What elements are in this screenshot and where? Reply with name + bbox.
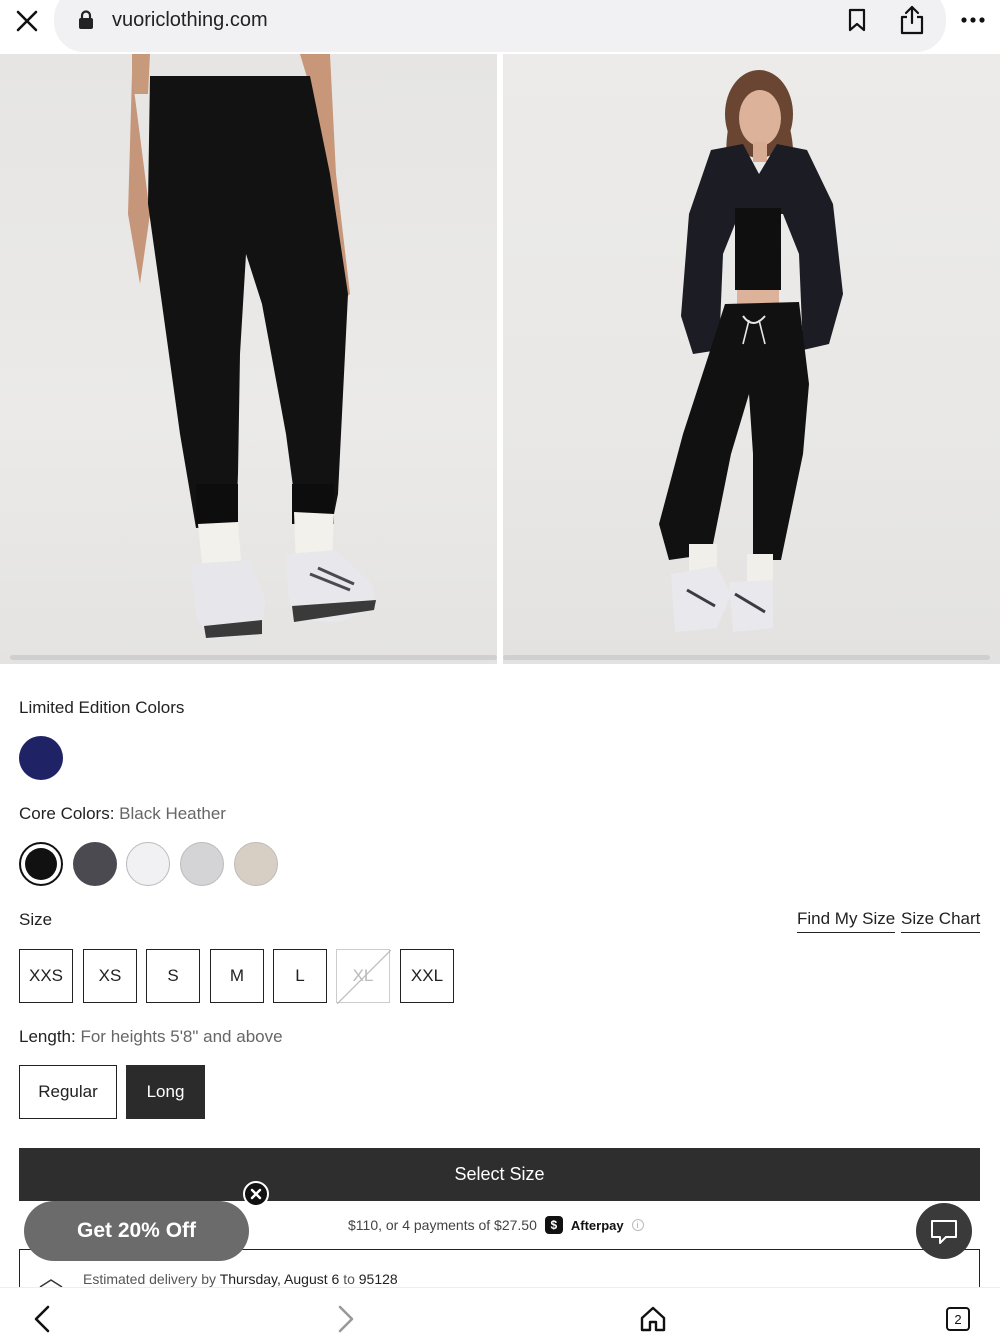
gallery-scrollbar[interactable] bbox=[10, 655, 497, 660]
share-icon[interactable] bbox=[898, 4, 926, 36]
select-size-button[interactable]: Select Size bbox=[19, 1148, 980, 1201]
chat-button[interactable] bbox=[916, 1203, 972, 1259]
length-heading: Length: For heights 5'8" and above bbox=[19, 1027, 283, 1047]
promo-button[interactable]: Get 20% Off bbox=[24, 1201, 249, 1261]
size-option-xl-unavailable[interactable]: XL bbox=[336, 949, 391, 1004]
tabs-count-button[interactable]: 2 bbox=[946, 1307, 970, 1331]
afterpay-text: $110, or 4 payments of $27.50 bbox=[348, 1217, 537, 1233]
browser-top-bar: vuoriclothing.com bbox=[0, 0, 1000, 54]
more-options-icon[interactable] bbox=[960, 12, 986, 28]
product-image-gallery[interactable] bbox=[0, 54, 1000, 666]
swatch-white[interactable] bbox=[126, 842, 170, 886]
size-option-xxl[interactable]: XXL bbox=[400, 949, 454, 1003]
length-option-long[interactable]: Long bbox=[126, 1065, 205, 1119]
info-icon[interactable]: i bbox=[631, 1219, 644, 1231]
model-front-illustration bbox=[659, 70, 843, 632]
url-text[interactable]: vuoriclothing.com bbox=[112, 9, 268, 32]
swatch-oatmeal[interactable] bbox=[234, 842, 278, 886]
afterpay-brand: Afterpay bbox=[570, 1217, 624, 1233]
length-label: Length: bbox=[19, 1027, 76, 1046]
size-option-m[interactable]: M bbox=[210, 949, 264, 1003]
size-option-l[interactable]: L bbox=[273, 949, 327, 1003]
browser-bottom-bar bbox=[0, 1287, 1000, 1333]
swatch-charcoal[interactable] bbox=[73, 842, 117, 886]
afterpay-row: $110, or 4 payments of $27.50 $ Afterpay… bbox=[348, 1216, 644, 1234]
size-option-xs[interactable]: XS bbox=[83, 949, 137, 1003]
size-heading: Size bbox=[19, 910, 53, 929]
size-option-xxs[interactable]: XXS bbox=[19, 949, 73, 1003]
swatch-limited-navy[interactable] bbox=[19, 736, 63, 780]
forward-arrow-icon[interactable] bbox=[334, 1304, 358, 1333]
close-circle-icon bbox=[250, 1188, 262, 1200]
core-colors-label: Core Colors: bbox=[19, 804, 115, 823]
delivery-date: Thursday, August 6 bbox=[219, 1271, 340, 1287]
promo-close-button[interactable] bbox=[243, 1181, 269, 1207]
close-icon[interactable] bbox=[12, 6, 42, 36]
chat-icon bbox=[931, 1220, 957, 1244]
limited-colors-heading: Limited Edition Colors bbox=[19, 698, 185, 717]
afterpay-logo-icon: $ bbox=[544, 1216, 563, 1234]
length-description: For heights 5'8" and above bbox=[80, 1027, 283, 1046]
gallery-scrollbar-right[interactable] bbox=[503, 655, 990, 660]
bookmark-icon[interactable] bbox=[846, 8, 868, 32]
swatch-light-gray[interactable] bbox=[180, 842, 224, 886]
size-option-s[interactable]: S bbox=[146, 949, 200, 1003]
core-colors-heading: Core Colors: Black Heather bbox=[19, 804, 226, 824]
delivery-mid: to bbox=[343, 1271, 355, 1287]
back-arrow-icon[interactable] bbox=[30, 1304, 54, 1333]
length-option-regular[interactable]: Regular bbox=[19, 1065, 117, 1119]
estimated-delivery: Estimated delivery by Thursday, August 6… bbox=[83, 1271, 398, 1287]
product-image-front-view[interactable] bbox=[503, 54, 1000, 664]
delivery-zip[interactable]: 95128 bbox=[359, 1271, 398, 1287]
swatch-fill bbox=[25, 848, 57, 880]
home-icon[interactable] bbox=[639, 1305, 667, 1333]
delivery-prefix: Estimated delivery by bbox=[83, 1271, 217, 1287]
jogger-back-illustration bbox=[128, 54, 376, 640]
lock-icon bbox=[79, 10, 93, 29]
find-my-size-link[interactable]: Find My Size bbox=[797, 909, 896, 933]
core-colors-selected: Black Heather bbox=[119, 804, 226, 823]
swatch-black-heather[interactable] bbox=[19, 842, 63, 886]
product-image-back-view[interactable] bbox=[0, 54, 497, 664]
unavailable-strike bbox=[337, 950, 391, 1004]
size-chart-link[interactable]: Size Chart bbox=[901, 909, 981, 933]
